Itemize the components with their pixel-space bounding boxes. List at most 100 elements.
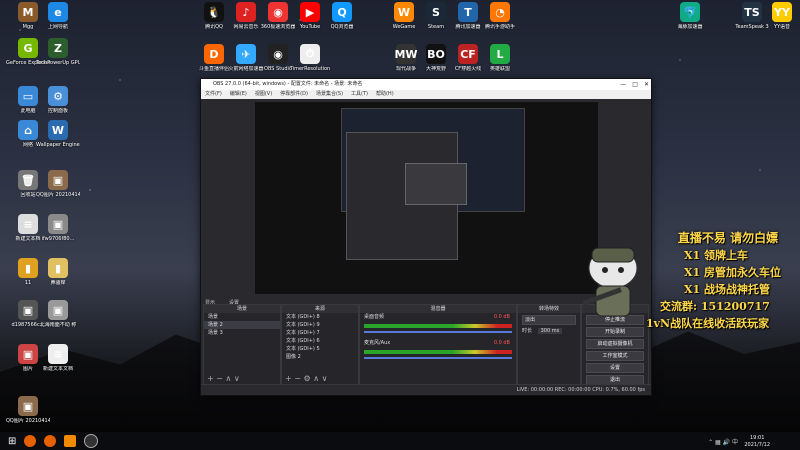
source-item[interactable]: 文本 (GDI+) 9 xyxy=(282,321,358,329)
app-icon: ≡ xyxy=(18,214,38,234)
source-item[interactable]: 文本 (GDI+) 6 xyxy=(282,337,358,345)
sources-header: 来源 xyxy=(282,305,358,313)
desktop-icon-label: 北海南面不动 称 xyxy=(39,322,77,328)
desktop-icon[interactable]: YY YY语音 xyxy=(760,2,800,30)
desktop-icon-label: ifw9706f80... xyxy=(41,236,75,242)
app-icon: D xyxy=(204,44,224,64)
transitions-header: 转场特效 xyxy=(518,305,580,313)
menu-docks[interactable]: 停靠部件(D) xyxy=(280,90,308,99)
minimize-button[interactable]: — xyxy=(620,79,626,90)
obs-titlebar[interactable]: OBS 27.0.0 (64-bit, windows) - 配置文件: 未命名… xyxy=(201,79,651,90)
source-item[interactable]: 文本 (GDI+) 7 xyxy=(282,329,358,337)
duration-input[interactable]: 300 ms xyxy=(537,328,563,334)
menu-view[interactable]: 视图(V) xyxy=(255,90,272,99)
menu-help[interactable]: 帮助(H) xyxy=(376,90,394,99)
desktop-icon[interactable]: ⏱ TimerResolution xyxy=(288,44,332,72)
scene-item[interactable]: 场景 3 xyxy=(204,329,280,337)
app-icon: T xyxy=(458,2,478,22)
clock[interactable]: 19:01 2021/7/12 xyxy=(744,435,770,449)
desktop-icon[interactable]: ▣ QQ图片 20210414... xyxy=(6,396,50,424)
channel-name: 麦克风/Aux xyxy=(364,340,391,346)
source-item[interactable]: 文本 (GDI+) 8 xyxy=(282,313,358,321)
virtual-camera-button[interactable]: 启动虚拟摄像机 xyxy=(586,339,644,349)
maximize-button[interactable]: □ xyxy=(632,79,638,90)
studio-mode-button[interactable]: 工作室模式 xyxy=(586,351,644,361)
clock-time: 19:01 xyxy=(749,435,765,441)
desktop-icon[interactable]: Z TechPowerUp GPU-Z xyxy=(36,38,80,66)
desktop-icon-label: 新建文本文档 xyxy=(42,366,73,372)
app-icon: ♪ xyxy=(236,2,256,22)
source-item[interactable]: 文本 (GDI+) 5 xyxy=(282,345,358,353)
app-icon: ▣ xyxy=(18,344,38,364)
desktop-icon[interactable]: Q QQ浏览器 xyxy=(320,2,364,30)
desktop-icon-label: TimerResolution xyxy=(289,66,331,72)
app-icon: MW xyxy=(394,44,418,64)
app-icon[interactable] xyxy=(64,435,77,447)
obs-window[interactable]: OBS 27.0.0 (64-bit, windows) - 配置文件: 未命名… xyxy=(200,78,652,396)
duration-label: 时长 xyxy=(522,328,533,334)
desktop-icon[interactable]: 🐬 海豚加速器 xyxy=(668,2,712,30)
firefox-icon[interactable] xyxy=(44,435,57,447)
desktop-icon[interactable]: e 上网导航 xyxy=(36,2,80,30)
desktop-icon-label: TechPowerUp GPU-Z xyxy=(36,60,80,66)
desktop-icon[interactable]: ≡ 新建文本文档 xyxy=(36,344,80,372)
obs-menubar: 文件(F) 编辑(E) 视图(V) 停靠部件(D) 场景集合(S) 工具(T) … xyxy=(201,90,651,99)
overlay-line: X1 领牌上车 xyxy=(684,249,749,262)
preview-nested-desktop xyxy=(341,108,525,260)
overlay-line: 1vN战队在线收活跃玩家 xyxy=(646,317,770,330)
scene-item[interactable]: 场景 xyxy=(204,313,280,321)
desktop-icon[interactable]: ▣ QQ图片 20210414... xyxy=(36,170,80,198)
overlay-line: X1 房管加永久车位 xyxy=(684,266,782,279)
mixer-header: 混音器 xyxy=(360,305,516,313)
app-icon: G xyxy=(18,38,38,58)
app-icon: ▮ xyxy=(18,258,38,278)
scene-item[interactable]: 场景 2 xyxy=(204,321,280,329)
desktop-icon[interactable]: ▮ 鼻骚痒 xyxy=(36,258,80,286)
app-icon: ◔ xyxy=(490,2,510,22)
firefox-icon[interactable] xyxy=(24,435,37,447)
close-button[interactable]: ✕ xyxy=(644,79,649,90)
obs-title-text: OBS 27.0.0 (64-bit, windows) - 配置文件: 未命名… xyxy=(213,81,363,87)
app-icon: TS xyxy=(742,2,762,22)
desktop-icon[interactable]: ▣ ifw9706f80... xyxy=(36,214,80,242)
desktop-icon-label: QQ图片 20210414... xyxy=(36,192,80,198)
app-icon: M xyxy=(18,2,38,22)
sources-toolbar[interactable]: + − ⚙ ∧ ∨ xyxy=(285,374,327,383)
transition-select[interactable]: 淡出 xyxy=(522,315,576,325)
source-item[interactable]: 图像 2 xyxy=(282,353,358,361)
duration-row: 时长 300 ms xyxy=(518,327,580,335)
desktop-icon[interactable]: W Wallpaper Engine: ... xyxy=(36,120,80,148)
app-icon: ⏱ xyxy=(300,44,320,64)
preview-nested-obs xyxy=(346,132,467,260)
volume-slider[interactable] xyxy=(364,357,512,359)
preview-nested-obs-2 xyxy=(405,163,467,205)
menu-edit[interactable]: 编辑(E) xyxy=(230,90,247,99)
obs-preview[interactable] xyxy=(255,102,598,294)
desktop-icon[interactable]: ◔ 腾讯手游助手 xyxy=(478,2,522,30)
app-icon: YY xyxy=(772,2,792,22)
app-icon: 🐧 xyxy=(204,2,224,22)
scenes-toolbar[interactable]: + − ∧ ∨ xyxy=(207,374,240,383)
app-icon: ▣ xyxy=(18,300,38,320)
windows-start-icon[interactable]: ⊞ xyxy=(8,436,16,447)
volume-slider[interactable] xyxy=(364,331,512,333)
transitions-dock: 转场特效 淡出 时长 300 ms xyxy=(517,304,581,386)
menu-scene-collection[interactable]: 场景集合(S) xyxy=(316,90,343,99)
desktop-icon[interactable]: L 英雄联盟 xyxy=(478,44,522,72)
scenes-header: 场景 xyxy=(204,305,280,313)
tray-icons[interactable]: ⌃ ▦ 🔊 中 xyxy=(708,437,738,446)
app-icon: CF xyxy=(458,44,478,64)
app-icon: ▶ xyxy=(300,2,320,22)
settings-button[interactable]: 设置 xyxy=(586,363,644,373)
obs-taskbar-icon[interactable] xyxy=(84,434,99,448)
channel-name: 桌面音频 xyxy=(364,314,385,320)
desktop-icon-label: 腾讯手游助手 xyxy=(484,24,515,30)
menu-file[interactable]: 文件(F) xyxy=(205,90,222,99)
desktop-icon[interactable]: ▣ 北海南面不动 称 xyxy=(36,300,80,328)
volume-meter xyxy=(364,350,512,354)
menu-tools[interactable]: 工具(T) xyxy=(351,90,368,99)
desktop-icon[interactable]: ⚙ 控制面板 xyxy=(36,86,80,114)
obs-statusbar: LIVE: 00:00:00 REC: 00:00:00 CPU: 0.7%, … xyxy=(201,384,651,395)
app-icon: BO xyxy=(426,44,446,64)
app-icon: ◉ xyxy=(268,44,288,64)
